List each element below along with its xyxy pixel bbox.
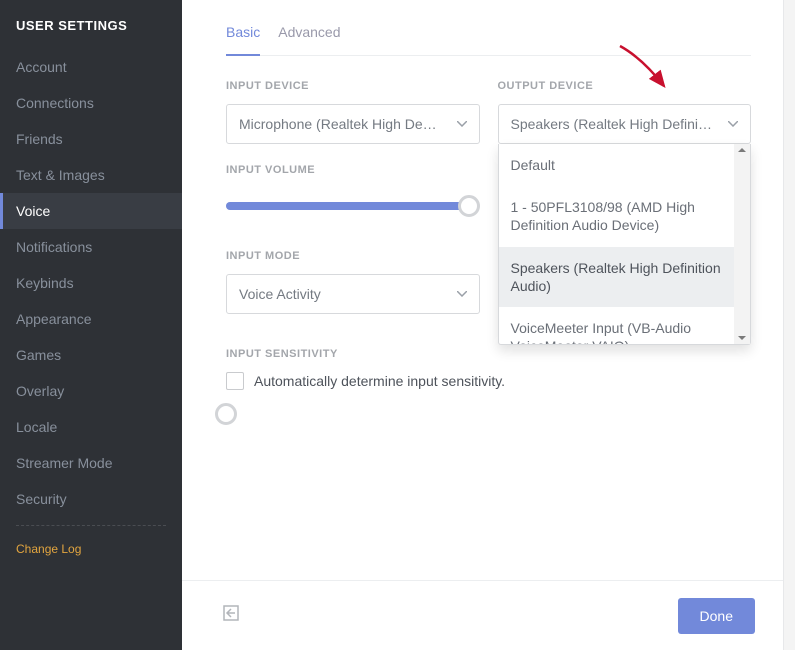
sidebar-item-appearance[interactable]: Appearance — [0, 301, 182, 337]
dropdown-item-voicemeeter[interactable]: VoiceMeeter Input (VB-Audio VoiceMeeter … — [499, 307, 751, 344]
input-sensitivity-label: INPUT SENSITIVITY — [226, 348, 751, 360]
sidebar-item-security[interactable]: Security — [0, 481, 182, 517]
scroll-up-icon[interactable] — [738, 148, 746, 152]
footer: Done — [182, 580, 795, 650]
sidebar-item-text-images[interactable]: Text & Images — [0, 157, 182, 193]
output-device-select[interactable]: Speakers (Realtek High Defini… — [498, 104, 752, 144]
scroll-down-icon[interactable] — [738, 336, 746, 340]
input-device-select[interactable]: Microphone (Realtek High De… — [226, 104, 480, 144]
dropdown-item-amd[interactable]: 1 - 50PFL3108/98 (AMD High Definition Au… — [499, 186, 751, 246]
input-volume-slider[interactable] — [226, 196, 480, 216]
back-icon[interactable] — [222, 604, 240, 627]
input-mode-value: Voice Activity — [239, 286, 321, 302]
sidebar-item-keybinds[interactable]: Keybinds — [0, 265, 182, 301]
output-device-label: OUTPUT DEVICE — [498, 80, 752, 92]
sidebar-item-overlay[interactable]: Overlay — [0, 373, 182, 409]
sidebar: USER SETTINGS Account Connections Friend… — [0, 0, 182, 650]
dropdown-item-speakers[interactable]: Speakers (Realtek High Definition Audio) — [499, 247, 751, 307]
chevron-down-icon — [457, 121, 467, 127]
input-mode-label: INPUT MODE — [226, 250, 480, 262]
sidebar-item-connections[interactable]: Connections — [0, 85, 182, 121]
output-device-dropdown: Default 1 - 50PFL3108/98 (AMD High Defin… — [498, 144, 752, 345]
tabs: Basic Advanced — [226, 24, 751, 56]
chevron-down-icon — [728, 121, 738, 127]
slider-thumb[interactable] — [458, 195, 480, 217]
input-sensitivity-slider[interactable] — [226, 404, 751, 424]
sidebar-divider — [16, 525, 166, 526]
auto-sensitivity-label: Automatically determine input sensitivit… — [254, 373, 505, 389]
main-panel: Basic Advanced INPUT DEVICE Microphone (… — [182, 0, 795, 650]
input-volume-label: INPUT VOLUME — [226, 164, 480, 176]
slider-thumb[interactable] — [215, 403, 237, 425]
done-button[interactable]: Done — [678, 598, 755, 634]
tab-basic[interactable]: Basic — [226, 24, 260, 56]
dropdown-scrollbar[interactable] — [734, 144, 750, 344]
sidebar-header: USER SETTINGS — [0, 18, 182, 49]
window-scrollbar-gutter — [783, 0, 795, 650]
input-device-label: INPUT DEVICE — [226, 80, 480, 92]
auto-sensitivity-checkbox[interactable] — [226, 372, 244, 390]
sidebar-item-friends[interactable]: Friends — [0, 121, 182, 157]
sidebar-changelog[interactable]: Change Log — [0, 534, 182, 564]
sidebar-item-notifications[interactable]: Notifications — [0, 229, 182, 265]
chevron-down-icon — [457, 291, 467, 297]
tab-advanced[interactable]: Advanced — [278, 24, 340, 55]
input-device-value: Microphone (Realtek High De… — [239, 116, 437, 132]
sidebar-item-account[interactable]: Account — [0, 49, 182, 85]
sidebar-item-locale[interactable]: Locale — [0, 409, 182, 445]
output-device-value: Speakers (Realtek High Defini… — [511, 116, 713, 132]
sidebar-item-voice[interactable]: Voice — [0, 193, 182, 229]
sidebar-item-games[interactable]: Games — [0, 337, 182, 373]
dropdown-item-default[interactable]: Default — [499, 144, 751, 186]
input-mode-select[interactable]: Voice Activity — [226, 274, 480, 314]
sidebar-item-streamer-mode[interactable]: Streamer Mode — [0, 445, 182, 481]
